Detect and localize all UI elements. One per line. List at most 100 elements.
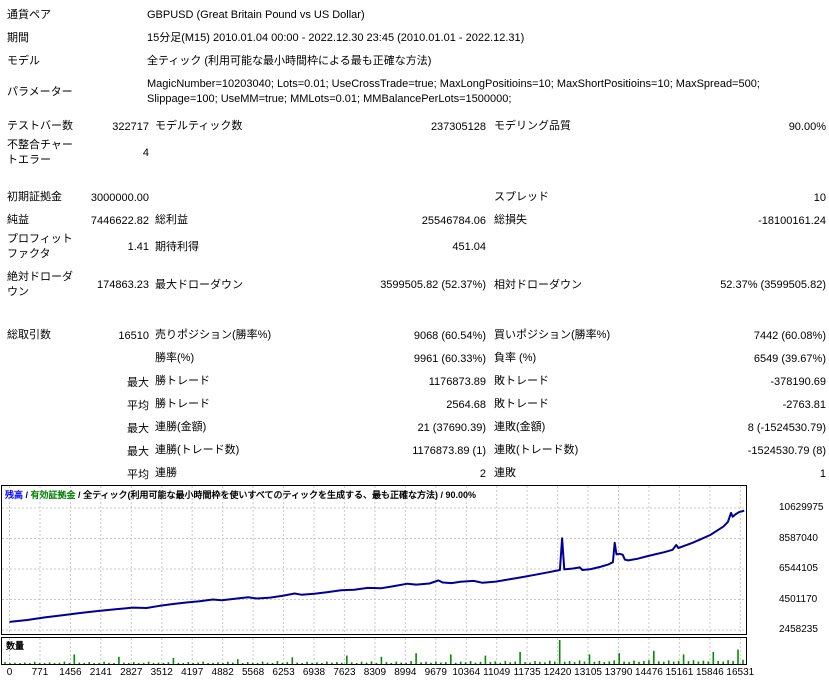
stat-label: 相対ドローダウン (494, 278, 582, 291)
stat-label: 敗トレード (494, 375, 549, 387)
stats-row-net-profit: 純益 7446622.82 総利益 25546784.06 総損失 -18100161.2… (0, 209, 829, 232)
x-axis-tick-label: 5568 (241, 667, 265, 678)
y-axis-tick-label: 4501170 (779, 593, 818, 605)
stats-row-avg-consecutive: 平均 連勝 2 連敗 1 (0, 462, 829, 485)
stat-label: 連勝(トレード数) (155, 444, 240, 456)
stat-value: 平均 (127, 468, 149, 481)
stats-row-win-loss-rate: 勝率(%) 9961 (60.33%) 負率 (%) 6549 (39.67%) (0, 347, 829, 370)
stat-value: 10 (813, 191, 826, 204)
stat-value: -1524530.79 (8) (747, 444, 826, 457)
y-axis-labels: 10629975 8587040 6544105 4501170 2458235 (779, 485, 829, 635)
x-axis-tick-label: 2827 (120, 667, 143, 678)
y-axis-tick-label: 8587040 (779, 532, 818, 544)
y-axis-tick-label: 6544105 (779, 563, 818, 574)
stat-label: モデリング品質 (494, 120, 571, 132)
x-axis-tick-label: 771 (31, 667, 49, 678)
stat-value: 3599505.82 (52.37%) (380, 279, 486, 291)
balance-chart-panel: 残高 / 有効証拠金 / 全ティック(利用可能な最小時間枠を使いすべてのティック… (1, 485, 747, 635)
stat-value: 9068 (60.54%) (413, 329, 486, 342)
info-row-parameters: パラメーター MagicNumber=10203040; Lots=0.01; U… (0, 77, 829, 107)
model-note-label: 全ティック(利用可能な最小時間枠を使いすべてのティックを生成する、最も正確な方法… (83, 490, 438, 500)
x-axis-tick-label: 15161 (665, 667, 694, 678)
x-axis-tick-label: 11049 (483, 667, 511, 678)
stat-value: 最大 (127, 445, 149, 458)
info-value: 全ティック (利用可能な最小時間枠による最も正確な方法) (147, 55, 432, 67)
info-row-currency-pair: 通貨ペア GBPUSD (Great Britain Pound vs US Do… (0, 4, 829, 27)
stat-value: 174863.23 (97, 279, 149, 291)
x-axis-tick-label: 6938 (302, 667, 326, 678)
x-axis-tick-label: 4882 (211, 667, 234, 678)
x-axis-tick-label: 14476 (635, 667, 663, 678)
stats-row-initial-deposit-spread: 初期証拠金 3000000.00 スプレッド 10 (0, 186, 829, 209)
stat-label: テストバー数 (7, 120, 73, 132)
stat-label: 連勝 (155, 467, 177, 479)
y-axis-tick-label: 2458235 (779, 624, 818, 635)
stat-label: 絶対ドローダウン (7, 271, 73, 298)
stat-label: 初期証拠金 (7, 191, 62, 203)
stats-row-average-trades: 平均 勝トレード 2564.68 敗トレード -2763.81 (0, 393, 829, 416)
info-label: 期間 (7, 32, 29, 44)
stats-row-max-consecutive-money: 最大 連勝(金額) 21 (37690.39) 連敗(金額) 8 (-1524530.7… (0, 416, 829, 439)
stat-label: 売りポジション(勝率%) (155, 329, 272, 341)
stat-label: 勝トレード (155, 375, 210, 387)
balance-legend-label: 残高 (5, 490, 24, 500)
stat-label: 総取引数 (7, 329, 51, 341)
volume-bars-chart (2, 638, 746, 664)
legend-separator-2: / (75, 490, 84, 500)
stat-label: 買いポジション(勝率%) (494, 329, 611, 341)
stats-rows: テストバー数 322717 モデルティック数 237305128 モデリング品質 90.0… (0, 115, 829, 485)
info-value: MagicNumber=10203040; Lots=0.01; UseCros… (147, 78, 760, 105)
x-axis-tick-label: 8309 (363, 667, 387, 678)
x-axis-tick-label: 9679 (424, 667, 447, 678)
stats-row-mismatched-chart-errors: 不整合チャートエラー 4 (0, 138, 829, 168)
stats-row-total-trades: 総取引数 16510 売りポジション(勝率%) 9068 (60.54%) 買いポジショ… (0, 324, 829, 347)
volume-label: 数量 (6, 641, 25, 651)
stat-value: 7442 (60.08%) (753, 329, 826, 342)
strategy-tester-report: 通貨ペア GBPUSD (Great Britain Pound vs US Do… (0, 0, 829, 678)
info-value: 15分足(M15) 2010.01.04 00:00 - 2022.12.30 … (147, 32, 525, 44)
stat-label: 期待利得 (155, 240, 199, 253)
stat-label: 勝トレード (155, 398, 210, 410)
stat-label: 不整合チャートエラー (7, 139, 73, 166)
stat-value: -2763.81 (782, 398, 826, 411)
x-axis-tick-label: 2141 (89, 667, 112, 678)
stat-value: -18100161.24 (758, 214, 826, 227)
stat-value: 237305128 (430, 120, 486, 133)
stat-label: 負率 (%) (494, 352, 537, 364)
x-axis-tick-label: 13105 (574, 667, 602, 678)
stat-label: モデルティック数 (155, 120, 243, 132)
x-axis-labels: 0 771 1456 2141 2827 3512 4197 4882 5568 6253 6938… (1, 667, 761, 681)
volume-chart-panel: 数量 (1, 637, 747, 665)
stat-value: 9961 (60.33%) (413, 352, 486, 365)
stat-value: 322717 (112, 120, 149, 133)
balance-chart-area: 残高 / 有効証拠金 / 全ティック(利用可能な最小時間枠を使いすべてのティック… (0, 485, 829, 685)
stat-value: 7446622.82 (90, 214, 149, 227)
stats-row-largest-trades: 最大 勝トレード 1176873.89 敗トレード -378190.69 (0, 370, 829, 393)
x-axis-tick-label: 16531 (726, 667, 755, 678)
stat-label: 連敗(トレード数) (494, 444, 579, 456)
x-axis-tick-label: 3512 (150, 667, 173, 678)
stat-label: スプレッド (494, 191, 549, 203)
stat-value: 52.37% (3599505.82) (720, 279, 826, 291)
stats-row-bars-ticks-quality: テストバー数 322717 モデルティック数 237305128 モデリング品質 90.0… (0, 115, 829, 138)
stats-row-drawdown: 絶対ドローダウン 174863.23 最大ドローダウン 3599505.82 (52.… (0, 270, 829, 300)
legend-separator-1: / (23, 490, 31, 500)
x-axis-tick-label: 4197 (181, 667, 204, 678)
stat-label: 連勝(金額) (155, 421, 207, 433)
stat-value: 25546784.06 (421, 214, 486, 227)
y-axis-tick-label: 10629975 (779, 502, 824, 513)
x-axis-tick-label: 11735 (513, 667, 541, 678)
stat-value: 4 (142, 147, 149, 159)
stat-value: 21 (37690.39) (417, 421, 487, 434)
stat-label: 純益 (7, 214, 29, 226)
x-axis-tick-label: 6253 (272, 667, 295, 678)
stat-value: 1 (819, 467, 826, 480)
stat-value: 8 (-1524530.79) (747, 421, 826, 434)
x-axis-tick-label: 10364 (452, 667, 481, 678)
stat-value: 90.00% (788, 120, 826, 133)
x-axis-tick-label: 0 (6, 667, 13, 678)
stat-label: 総利益 (155, 214, 188, 226)
info-rows: 通貨ペア GBPUSD (Great Britain Pound vs US Do… (0, 4, 829, 107)
info-label: パラメーター (7, 85, 73, 98)
stat-value: 最大 (127, 376, 149, 389)
